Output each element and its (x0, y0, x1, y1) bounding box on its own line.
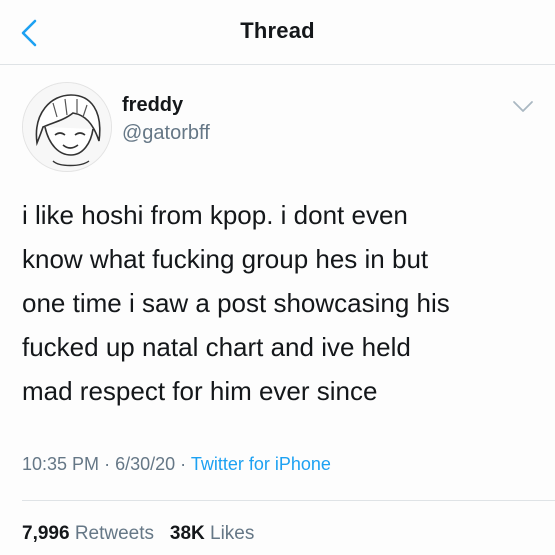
tweet-text-line: i like hoshi from kpop. i dont even (22, 200, 408, 230)
tweet-metadata: 10:35 PM · 6/30/20 · Twitter for iPhone (22, 454, 331, 475)
retweets-stat[interactable]: 7,996 Retweets (22, 523, 159, 544)
tweet-stats: 7,996 Retweets 38K Likes (22, 523, 254, 545)
retweets-label: Retweets (74, 523, 155, 544)
page-title: Thread (240, 18, 315, 43)
likes-count: 38K (169, 523, 205, 544)
tweet-text: i like hoshi from kpop. i dont even know… (22, 193, 542, 413)
retweets-count: 7,996 (22, 523, 70, 544)
likes-label: Likes (210, 523, 255, 544)
user-handle[interactable]: @gatorbff (122, 122, 210, 145)
display-name[interactable]: freddy (122, 94, 183, 117)
tweet-text-line: mad respect for him ever since (22, 376, 378, 406)
chevron-down-icon[interactable] (512, 100, 534, 114)
tweet-date: 6/30/20 (115, 454, 176, 474)
top-navigation-bar: Thread (0, 0, 555, 65)
tweet-text-line: know what fucking group hes in but (22, 244, 429, 274)
separator-dot: · (180, 454, 187, 474)
avatar-illustration (23, 83, 111, 171)
tweet-text-line: fucked up natal chart and ive held (22, 332, 411, 362)
tweet-source-link[interactable]: Twitter for iPhone (191, 454, 331, 474)
tweet-author: freddy @gatorbff (22, 82, 542, 172)
tweet-time: 10:35 PM (22, 454, 100, 474)
divider (22, 500, 555, 501)
avatar[interactable] (22, 82, 112, 172)
separator-dot: · (104, 454, 111, 474)
likes-stat[interactable]: 38K Likes (170, 523, 255, 544)
tweet-text-line: one time i saw a post showcasing his (22, 288, 450, 318)
